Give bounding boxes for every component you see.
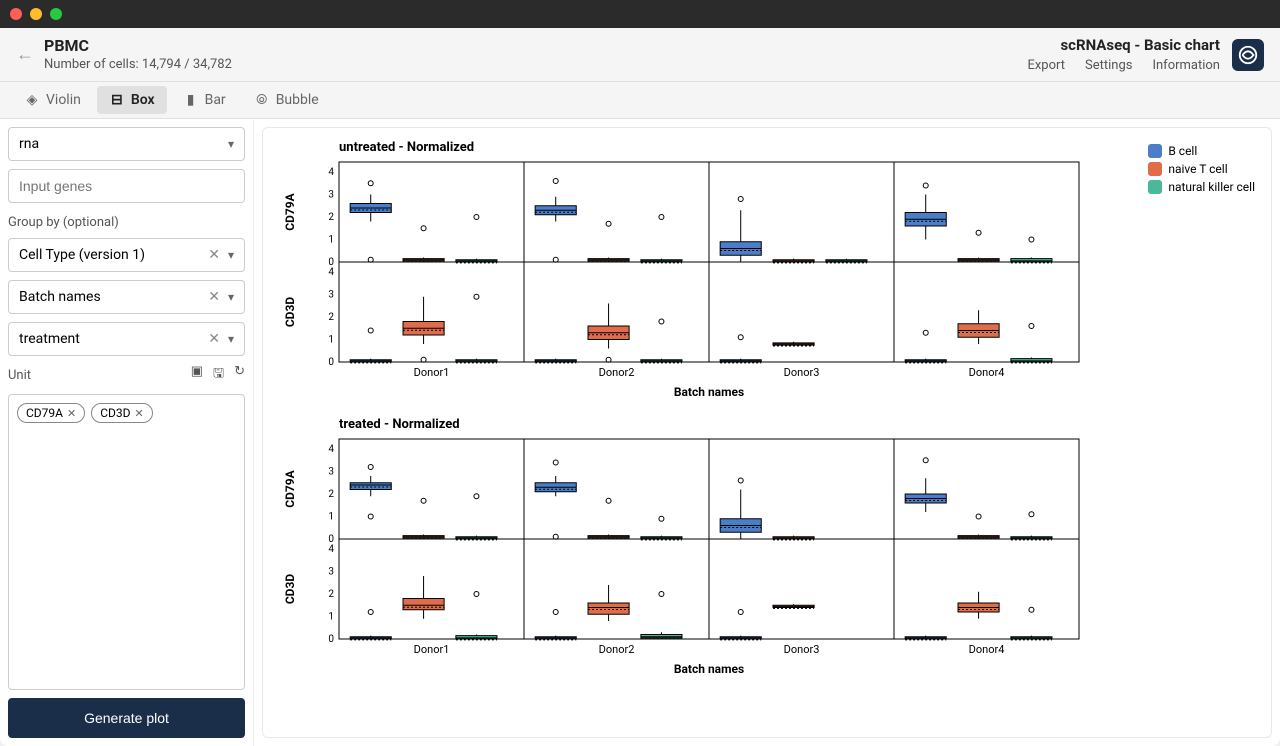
chart-type-tabs: ◈Violin ⊟Box ▮Bar ⦾Bubble (0, 82, 1280, 119)
data-source-select[interactable]: rna▾ (8, 127, 245, 161)
app-logo-icon (1232, 39, 1264, 71)
maximize-window-icon[interactable] (50, 8, 62, 20)
bubble-icon: ⦾ (254, 92, 270, 108)
svg-text:3: 3 (328, 290, 334, 301)
generate-plot-button[interactable]: Generate plot (8, 698, 245, 738)
legend-swatch-icon (1148, 144, 1162, 158)
clear-icon[interactable]: ✕ (208, 247, 220, 263)
gene-input-field[interactable] (19, 178, 234, 194)
svg-text:1: 1 (328, 235, 334, 246)
svg-text:CD3D: CD3D (283, 574, 297, 605)
svg-text:1: 1 (328, 335, 334, 346)
folder-icon[interactable]: ▣ (191, 364, 203, 386)
tab-bar[interactable]: ▮Bar (171, 86, 238, 114)
svg-text:Donor4: Donor4 (969, 643, 1005, 656)
gene-chips-area[interactable]: CD79A✕ CD3D✕ (8, 394, 245, 690)
export-link[interactable]: Export (1027, 58, 1065, 73)
module-title: scRNAseq - Basic chart (1027, 36, 1220, 54)
page-title: PBMC (44, 36, 232, 55)
box-icon: ⊟ (109, 92, 125, 108)
svg-text:Donor3: Donor3 (784, 366, 820, 379)
svg-text:4: 4 (328, 444, 334, 455)
violin-icon: ◈ (24, 92, 40, 108)
gene-input[interactable] (8, 169, 245, 203)
minimize-window-icon[interactable] (30, 8, 42, 20)
svg-text:Donor1: Donor1 (414, 366, 450, 379)
reset-icon[interactable]: ↻ (234, 364, 245, 386)
chevron-down-icon: ▾ (228, 332, 234, 346)
svg-text:Donor4: Donor4 (969, 366, 1005, 379)
unit-label: Unit (8, 368, 31, 383)
app-header: ← PBMC Number of cells: 14,794 / 34,782 … (0, 28, 1280, 82)
tab-violin[interactable]: ◈Violin (12, 86, 93, 114)
gene-chip[interactable]: CD3D✕ (91, 403, 153, 423)
svg-text:Donor2: Donor2 (599, 643, 635, 656)
chevron-down-icon: ▾ (228, 248, 234, 262)
svg-text:1: 1 (328, 612, 334, 623)
svg-text:Donor1: Donor1 (414, 643, 450, 656)
svg-text:2: 2 (328, 312, 334, 323)
save-icon[interactable]: 🖫 (213, 364, 224, 386)
settings-link[interactable]: Settings (1085, 58, 1132, 73)
legend-swatch-icon (1148, 180, 1162, 194)
chevron-down-icon: ▾ (228, 137, 234, 151)
information-link[interactable]: Information (1152, 58, 1220, 73)
remove-chip-icon[interactable]: ✕ (135, 407, 144, 420)
window-titlebar (0, 0, 1280, 28)
clear-icon[interactable]: ✕ (208, 331, 220, 347)
svg-text:0: 0 (328, 357, 334, 368)
svg-text:Batch names: Batch names (674, 662, 744, 674)
group-select-celltype[interactable]: Cell Type (version 1)✕▾ (8, 238, 245, 272)
legend: B cell naive T cell natural killer cell (1148, 144, 1255, 198)
tab-bubble[interactable]: ⦾Bubble (242, 86, 331, 114)
back-arrow-icon[interactable]: ← (16, 44, 34, 65)
svg-text:CD3D: CD3D (283, 297, 297, 328)
svg-text:2: 2 (328, 212, 334, 223)
close-window-icon[interactable] (10, 8, 22, 20)
chart-area: B cell naive T cell natural killer cell … (262, 127, 1272, 738)
group-select-treatment[interactable]: treatment✕▾ (8, 322, 245, 356)
group-select-batch[interactable]: Batch names✕▾ (8, 280, 245, 314)
clear-icon[interactable]: ✕ (208, 289, 220, 305)
svg-text:3: 3 (328, 467, 334, 478)
group-by-label: Group by (optional) (8, 215, 245, 230)
gene-chip[interactable]: CD79A✕ (17, 403, 85, 423)
svg-text:1: 1 (328, 512, 334, 523)
svg-text:4: 4 (328, 167, 334, 178)
sidebar: rna▾ Group by (optional) Cell Type (vers… (0, 119, 254, 746)
legend-swatch-icon (1148, 162, 1162, 176)
svg-text:Donor2: Donor2 (599, 366, 635, 379)
svg-text:Donor3: Donor3 (784, 643, 820, 656)
svg-text:3: 3 (328, 190, 334, 201)
svg-text:0: 0 (328, 634, 334, 645)
chevron-down-icon: ▾ (228, 290, 234, 304)
remove-chip-icon[interactable]: ✕ (67, 407, 76, 420)
svg-text:4: 4 (328, 267, 334, 278)
svg-text:2: 2 (328, 489, 334, 500)
svg-text:Batch names: Batch names (674, 385, 744, 397)
bar-icon: ▮ (183, 92, 199, 108)
svg-text:3: 3 (328, 567, 334, 578)
svg-text:2: 2 (328, 589, 334, 600)
tab-box[interactable]: ⊟Box (97, 86, 167, 114)
svg-text:CD79A: CD79A (283, 469, 297, 507)
svg-text:4: 4 (328, 544, 334, 555)
cell-count-subtitle: Number of cells: 14,794 / 34,782 (44, 57, 232, 72)
svg-text:CD79A: CD79A (283, 192, 297, 230)
